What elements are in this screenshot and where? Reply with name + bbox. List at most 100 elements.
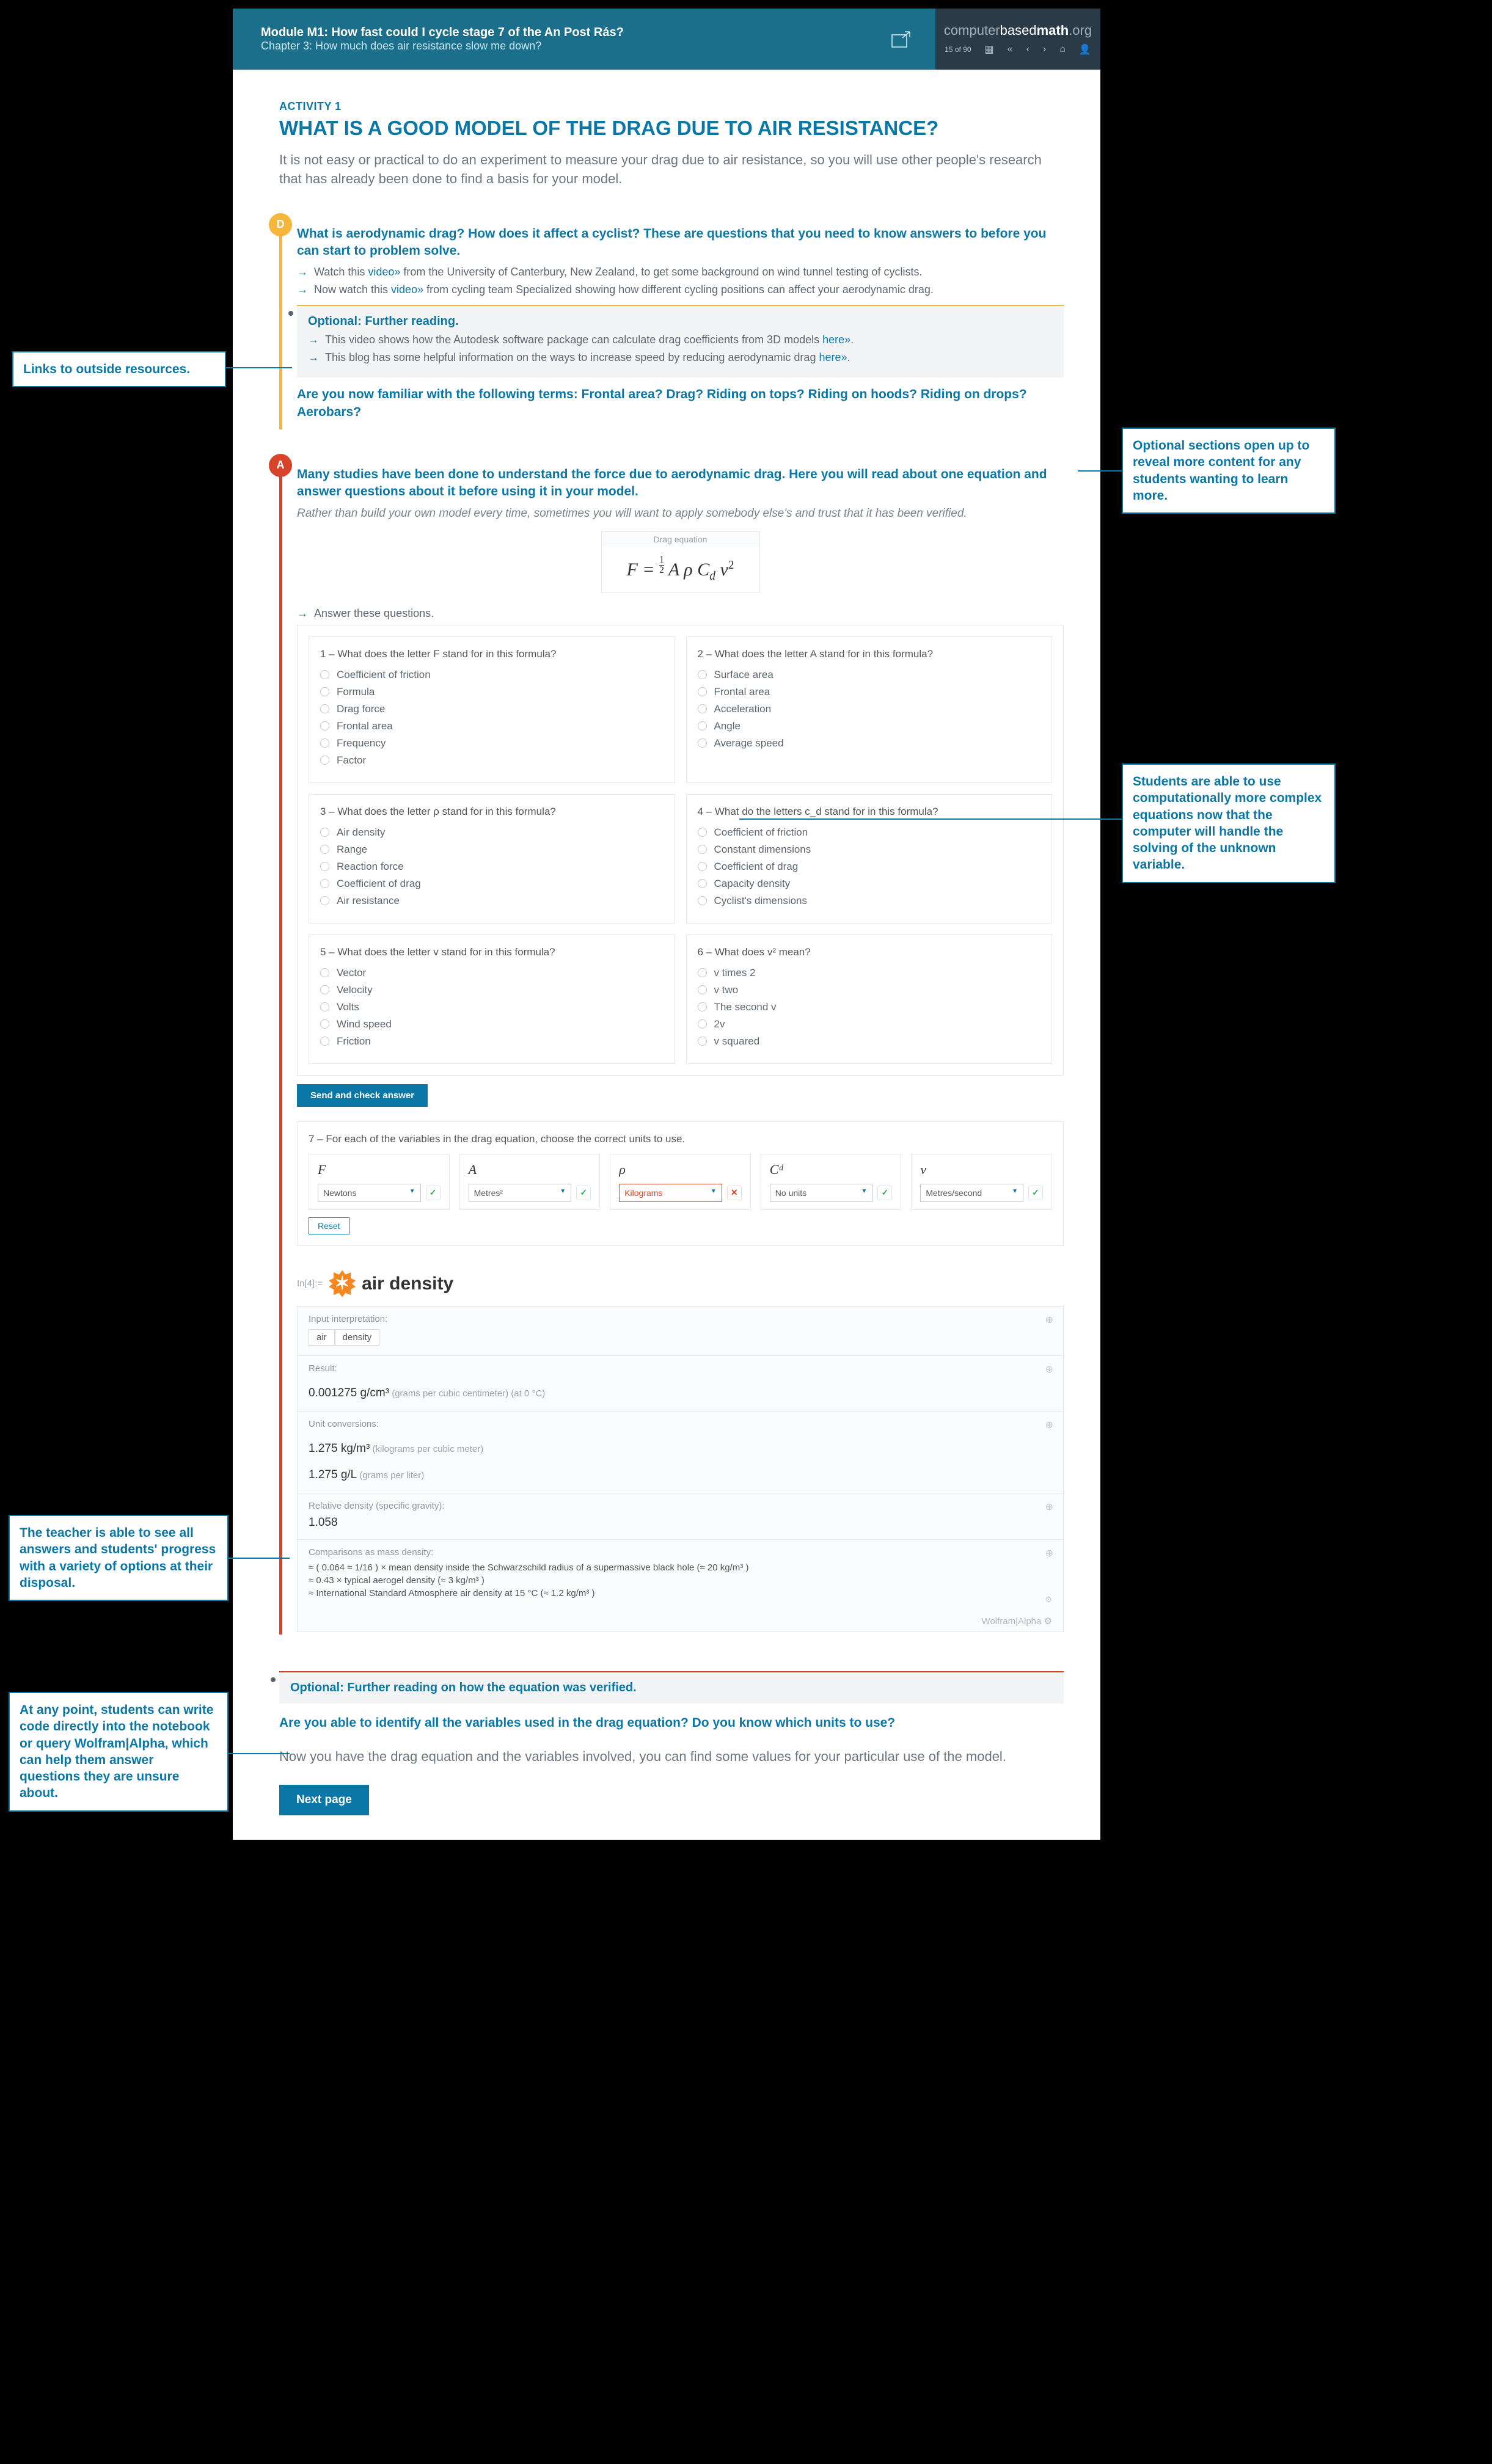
variable-symbol: F [318, 1162, 441, 1178]
option-label: Velocity [337, 984, 373, 996]
equation-card: Drag equation F = 12 A ρ Cd v2 [601, 531, 760, 592]
question-title: 5 – What does the letter v stand for in … [320, 946, 664, 958]
wolfram-query: air density [362, 1274, 453, 1294]
radio-icon [698, 1019, 707, 1029]
question-grid: 1 – What does the letter F stand for in … [297, 625, 1064, 1076]
unit-select[interactable]: Metres/second▼ [920, 1184, 1023, 1202]
home-icon[interactable]: ⌂ [1059, 44, 1066, 55]
radio-option[interactable]: Range [320, 844, 664, 856]
radio-option[interactable]: v squared [698, 1035, 1041, 1048]
question-title: 3 – What does the letter ρ stand for in … [320, 806, 664, 818]
radio-option[interactable]: Coefficient of drag [320, 878, 664, 890]
check-icon: ✓ [426, 1186, 441, 1200]
radio-icon [320, 1037, 329, 1046]
option-label: Friction [337, 1035, 371, 1048]
equation-header: Drag equation [602, 532, 759, 547]
question-title: 6 – What does v² mean? [698, 946, 1041, 958]
unit-select[interactable]: No units▼ [770, 1184, 873, 1202]
user-icon[interactable]: 👤 [1079, 43, 1091, 56]
expand-icon[interactable]: ⊕ [1045, 1363, 1053, 1376]
radio-icon [698, 721, 707, 731]
radio-option[interactable]: Volts [320, 1001, 664, 1013]
option-label: Capacity density [714, 878, 791, 890]
page-title: WHAT IS A GOOD MODEL OF THE DRAG DUE TO … [279, 117, 1064, 140]
abstract-note: Rather than build your own model every t… [297, 507, 1064, 520]
reset-button[interactable]: Reset [309, 1217, 349, 1234]
video-link-2[interactable]: video» [391, 283, 423, 296]
optional-box-verify[interactable]: Optional: Further reading on how the equ… [279, 1671, 1064, 1704]
radio-icon [698, 738, 707, 748]
wolfram-alpha-icon[interactable]: ✶ [329, 1270, 356, 1297]
send-check-button[interactable]: Send and check answer [297, 1084, 428, 1107]
radio-icon [698, 896, 707, 905]
radio-icon [698, 845, 707, 854]
video-link-1[interactable]: video» [368, 266, 400, 278]
option-label: Range [337, 844, 367, 856]
option-label: Coefficient of drag [714, 861, 799, 873]
radio-option[interactable]: Coefficient of friction [320, 669, 664, 681]
expand-icon[interactable]: ⊕ [1045, 1314, 1053, 1326]
radio-option[interactable]: Factor [320, 754, 664, 767]
radio-option[interactable]: v times 2 [698, 967, 1041, 979]
radio-icon [320, 721, 329, 731]
radio-option[interactable]: Cyclist's dimensions [698, 895, 1041, 907]
option-label: The second v [714, 1001, 777, 1013]
define-badge: D [269, 213, 292, 236]
radio-option[interactable]: Frequency [320, 737, 664, 749]
radio-option[interactable]: Formula [320, 686, 664, 698]
page: Module M1: How fast could I cycle stage … [233, 9, 1100, 1840]
radio-option[interactable]: Velocity [320, 984, 664, 996]
radio-option[interactable]: Average speed [698, 737, 1041, 749]
first-page-icon[interactable]: « [1007, 44, 1013, 55]
radio-option[interactable]: Drag force [320, 703, 664, 715]
radio-option[interactable]: Friction [320, 1035, 664, 1048]
unit-select[interactable]: Metres²▼ [469, 1184, 572, 1202]
expand-icon[interactable]: ⊕ [1045, 1547, 1053, 1559]
next-page-button[interactable]: Next page [279, 1785, 369, 1815]
wa-header-rel: Relative density (specific gravity): [309, 1501, 1052, 1511]
brand-logo[interactable]: computerbasedmath.org [944, 23, 1092, 38]
radio-option[interactable]: Frontal area [320, 720, 664, 732]
radio-option[interactable]: Frontal area [698, 686, 1041, 698]
radio-option[interactable]: 2v [698, 1018, 1041, 1030]
radio-option[interactable]: Reaction force [320, 861, 664, 873]
radio-option[interactable]: Air resistance [320, 895, 664, 907]
unit-select[interactable]: Newtons▼ [318, 1184, 421, 1202]
radio-option[interactable]: v two [698, 984, 1041, 996]
expand-icon[interactable]: ⊕ [1045, 1501, 1053, 1513]
option-label: Coefficient of friction [337, 669, 431, 681]
here-link-1[interactable]: here» [822, 334, 850, 346]
share-icon[interactable] [868, 9, 935, 70]
radio-option[interactable]: Capacity density [698, 878, 1041, 890]
radio-option[interactable]: Wind speed [320, 1018, 664, 1030]
thumbnails-icon[interactable]: ▦ [985, 43, 994, 56]
expand-icon[interactable]: ⊕ [1045, 1419, 1053, 1431]
prev-page-icon[interactable]: ‹ [1026, 44, 1029, 55]
radio-option[interactable]: Vector [320, 967, 664, 979]
wa-result: 0.001275 g/cm³ [309, 1387, 389, 1399]
radio-option[interactable]: Surface area [698, 669, 1041, 681]
here-link-2[interactable]: here» [819, 351, 847, 363]
gear-icon[interactable]: ⚙ [1044, 1616, 1052, 1627]
radio-option[interactable]: Coefficient of drag [698, 861, 1041, 873]
radio-icon [698, 862, 707, 871]
radio-option[interactable]: The second v [698, 1001, 1041, 1013]
radio-option[interactable]: Acceleration [698, 703, 1041, 715]
radio-icon [698, 968, 707, 977]
optional-box[interactable]: Optional: Further reading. → This video … [297, 305, 1064, 377]
radio-option[interactable]: Constant dimensions [698, 844, 1041, 856]
radio-icon [320, 985, 329, 994]
radio-option[interactable]: Angle [698, 720, 1041, 732]
question-card: 4 – What do the letters c_d stand for in… [686, 794, 1053, 924]
gear-icon[interactable]: ⚙ [1045, 1595, 1052, 1605]
option-label: v two [714, 984, 739, 996]
question-card: 2 – What does the letter A stand for in … [686, 636, 1053, 783]
closing-question: Are you able to identify all the variabl… [279, 1715, 1064, 1732]
option-label: Volts [337, 1001, 359, 1013]
next-page-icon[interactable]: › [1043, 44, 1046, 55]
unit-select[interactable]: Kilograms▼ [619, 1184, 722, 1202]
option-label: Constant dimensions [714, 844, 811, 856]
radio-option[interactable]: Coefficient of friction [698, 826, 1041, 839]
option-label: Surface area [714, 669, 773, 681]
radio-option[interactable]: Air density [320, 826, 664, 839]
